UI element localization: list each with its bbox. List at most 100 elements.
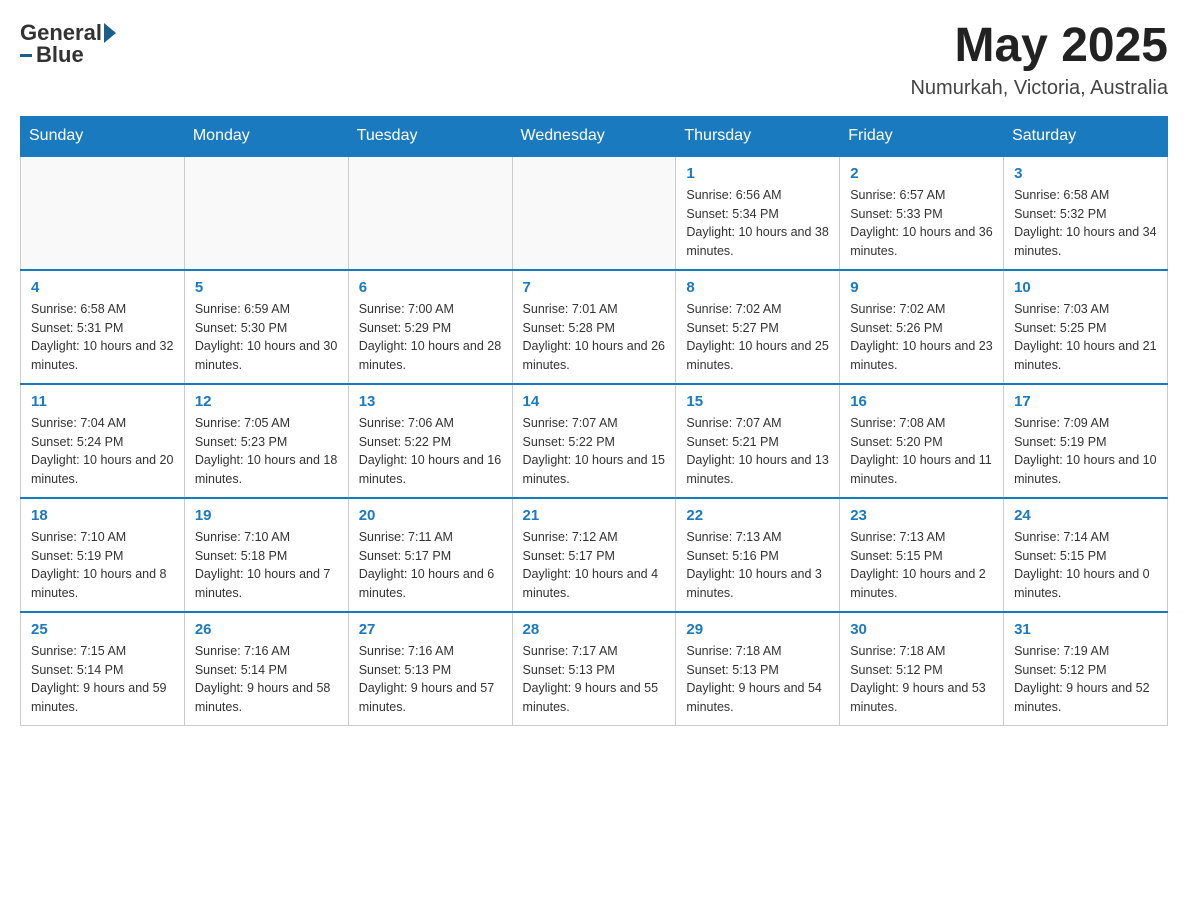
calendar-cell: 21 Sunrise: 7:12 AM Sunset: 5:17 PM Dayli… (512, 498, 676, 612)
calendar-cell: 6 Sunrise: 7:00 AM Sunset: 5:29 PM Daylig… (348, 270, 512, 384)
calendar-table: SundayMondayTuesdayWednesdayThursdayFrid… (20, 116, 1168, 726)
day-number: 27 (359, 621, 502, 638)
calendar-cell: 13 Sunrise: 7:06 AM Sunset: 5:22 PM Dayli… (348, 384, 512, 498)
calendar-cell: 19Sunrise: 7:10 AM Sunset: 5:18 PM Dayli… (184, 498, 348, 612)
day-number: 17 (1014, 393, 1157, 410)
day-info: Sunrise: 7:12 AM Sunset: 5:17 PM Dayligh… (523, 528, 666, 603)
day-number: 7 (523, 279, 666, 296)
calendar-cell: 20Sunrise: 7:11 AM Sunset: 5:17 PM Dayli… (348, 498, 512, 612)
title-area: May 2025 Numurkah, Victoria, Australia (910, 20, 1168, 100)
logo: General Blue (20, 20, 116, 69)
day-number: 30 (850, 621, 993, 638)
calendar-cell: 28 Sunrise: 7:17 AM Sunset: 5:13 PM Dayli… (512, 612, 676, 726)
calendar-header-thursday: Thursday (676, 116, 840, 156)
day-info: Sunrise: 6:57 AM Sunset: 5:33 PM Dayligh… (850, 186, 993, 261)
calendar-cell: 4Sunrise: 6:58 AM Sunset: 5:31 PM Daylig… (21, 270, 185, 384)
day-number: 21 (523, 507, 666, 524)
day-info: Sunrise: 7:01 AM Sunset: 5:28 PM Dayligh… (523, 300, 666, 375)
calendar-cell: 1 Sunrise: 6:56 AM Sunset: 5:34 PM Daylig… (676, 156, 840, 270)
day-number: 3 (1014, 165, 1157, 182)
week-row-5: 25 Sunrise: 7:15 AM Sunset: 5:14 PM Dayli… (21, 612, 1168, 726)
calendar-cell: 12 Sunrise: 7:05 AM Sunset: 5:23 PM Dayli… (184, 384, 348, 498)
calendar-cell (184, 156, 348, 270)
day-info: Sunrise: 7:16 AM Sunset: 5:14 PM Dayligh… (195, 642, 338, 717)
calendar-cell: 25 Sunrise: 7:15 AM Sunset: 5:14 PM Dayli… (21, 612, 185, 726)
calendar-cell (348, 156, 512, 270)
day-info: Sunrise: 7:02 AM Sunset: 5:27 PM Dayligh… (686, 300, 829, 375)
day-info: Sunrise: 7:08 AM Sunset: 5:20 PM Dayligh… (850, 414, 993, 489)
calendar-header-monday: Monday (184, 116, 348, 156)
calendar-cell (21, 156, 185, 270)
day-number: 5 (195, 279, 338, 296)
calendar-header-friday: Friday (840, 116, 1004, 156)
calendar-cell: 16 Sunrise: 7:08 AM Sunset: 5:20 PM Dayli… (840, 384, 1004, 498)
day-info: Sunrise: 7:05 AM Sunset: 5:23 PM Dayligh… (195, 414, 338, 489)
day-info: Sunrise: 7:15 AM Sunset: 5:14 PM Dayligh… (31, 642, 174, 717)
calendar-cell: 11 Sunrise: 7:04 AM Sunset: 5:24 PM Dayli… (21, 384, 185, 498)
day-info: Sunrise: 7:18 AM Sunset: 5:12 PM Dayligh… (850, 642, 993, 717)
calendar-cell: 24Sunrise: 7:14 AM Sunset: 5:15 PM Dayli… (1004, 498, 1168, 612)
day-number: 10 (1014, 279, 1157, 296)
day-number: 29 (686, 621, 829, 638)
page-header: General Blue May 2025 Numurkah, Victoria… (20, 20, 1168, 100)
day-info: Sunrise: 7:07 AM Sunset: 5:21 PM Dayligh… (686, 414, 829, 489)
day-number: 16 (850, 393, 993, 410)
day-number: 12 (195, 393, 338, 410)
day-number: 9 (850, 279, 993, 296)
day-info: Sunrise: 7:07 AM Sunset: 5:22 PM Dayligh… (523, 414, 666, 489)
day-number: 4 (31, 279, 174, 296)
calendar-cell: 27 Sunrise: 7:16 AM Sunset: 5:13 PM Dayli… (348, 612, 512, 726)
logo-blue: Blue (36, 42, 84, 68)
calendar-cell: 2 Sunrise: 6:57 AM Sunset: 5:33 PM Daylig… (840, 156, 1004, 270)
day-number: 28 (523, 621, 666, 638)
day-info: Sunrise: 7:09 AM Sunset: 5:19 PM Dayligh… (1014, 414, 1157, 489)
calendar-cell: 17 Sunrise: 7:09 AM Sunset: 5:19 PM Dayli… (1004, 384, 1168, 498)
day-info: Sunrise: 6:58 AM Sunset: 5:32 PM Dayligh… (1014, 186, 1157, 261)
calendar-cell: 10 Sunrise: 7:03 AM Sunset: 5:25 PM Dayli… (1004, 270, 1168, 384)
calendar-header-wednesday: Wednesday (512, 116, 676, 156)
calendar-cell: 3 Sunrise: 6:58 AM Sunset: 5:32 PM Daylig… (1004, 156, 1168, 270)
day-number: 15 (686, 393, 829, 410)
day-number: 11 (31, 393, 174, 410)
calendar-header-tuesday: Tuesday (348, 116, 512, 156)
day-number: 2 (850, 165, 993, 182)
calendar-cell: 5 Sunrise: 6:59 AM Sunset: 5:30 PM Daylig… (184, 270, 348, 384)
day-info: Sunrise: 6:56 AM Sunset: 5:34 PM Dayligh… (686, 186, 829, 261)
calendar-cell: 31Sunrise: 7:19 AM Sunset: 5:12 PM Dayli… (1004, 612, 1168, 726)
day-number: 18 (31, 507, 174, 524)
day-number: 1 (686, 165, 829, 182)
day-number: 19 (195, 507, 338, 524)
day-number: 13 (359, 393, 502, 410)
day-info: Sunrise: 7:00 AM Sunset: 5:29 PM Dayligh… (359, 300, 502, 375)
week-row-3: 11 Sunrise: 7:04 AM Sunset: 5:24 PM Dayli… (21, 384, 1168, 498)
week-row-4: 18 Sunrise: 7:10 AM Sunset: 5:19 PM Dayli… (21, 498, 1168, 612)
day-info: Sunrise: 7:10 AM Sunset: 5:19 PM Dayligh… (31, 528, 174, 603)
calendar-cell: 9Sunrise: 7:02 AM Sunset: 5:26 PM Daylig… (840, 270, 1004, 384)
day-number: 31 (1014, 621, 1157, 638)
calendar-cell: 18 Sunrise: 7:10 AM Sunset: 5:19 PM Dayli… (21, 498, 185, 612)
day-info: Sunrise: 6:59 AM Sunset: 5:30 PM Dayligh… (195, 300, 338, 375)
day-number: 8 (686, 279, 829, 296)
calendar-cell: 14 Sunrise: 7:07 AM Sunset: 5:22 PM Dayli… (512, 384, 676, 498)
day-info: Sunrise: 7:13 AM Sunset: 5:16 PM Dayligh… (686, 528, 829, 603)
calendar-cell: 7 Sunrise: 7:01 AM Sunset: 5:28 PM Daylig… (512, 270, 676, 384)
calendar-header-sunday: Sunday (21, 116, 185, 156)
day-number: 14 (523, 393, 666, 410)
day-info: Sunrise: 7:13 AM Sunset: 5:15 PM Dayligh… (850, 528, 993, 603)
day-number: 25 (31, 621, 174, 638)
calendar-cell: 23 Sunrise: 7:13 AM Sunset: 5:15 PM Dayli… (840, 498, 1004, 612)
calendar-cell: 26 Sunrise: 7:16 AM Sunset: 5:14 PM Dayli… (184, 612, 348, 726)
calendar-cell: 8 Sunrise: 7:02 AM Sunset: 5:27 PM Daylig… (676, 270, 840, 384)
day-number: 26 (195, 621, 338, 638)
calendar-header-saturday: Saturday (1004, 116, 1168, 156)
calendar-cell: 29Sunrise: 7:18 AM Sunset: 5:13 PM Dayli… (676, 612, 840, 726)
week-row-2: 4Sunrise: 6:58 AM Sunset: 5:31 PM Daylig… (21, 270, 1168, 384)
day-info: Sunrise: 7:03 AM Sunset: 5:25 PM Dayligh… (1014, 300, 1157, 375)
day-info: Sunrise: 7:06 AM Sunset: 5:22 PM Dayligh… (359, 414, 502, 489)
day-info: Sunrise: 7:17 AM Sunset: 5:13 PM Dayligh… (523, 642, 666, 717)
day-number: 6 (359, 279, 502, 296)
day-info: Sunrise: 7:16 AM Sunset: 5:13 PM Dayligh… (359, 642, 502, 717)
day-info: Sunrise: 7:04 AM Sunset: 5:24 PM Dayligh… (31, 414, 174, 489)
day-number: 23 (850, 507, 993, 524)
calendar-cell: 15 Sunrise: 7:07 AM Sunset: 5:21 PM Dayli… (676, 384, 840, 498)
